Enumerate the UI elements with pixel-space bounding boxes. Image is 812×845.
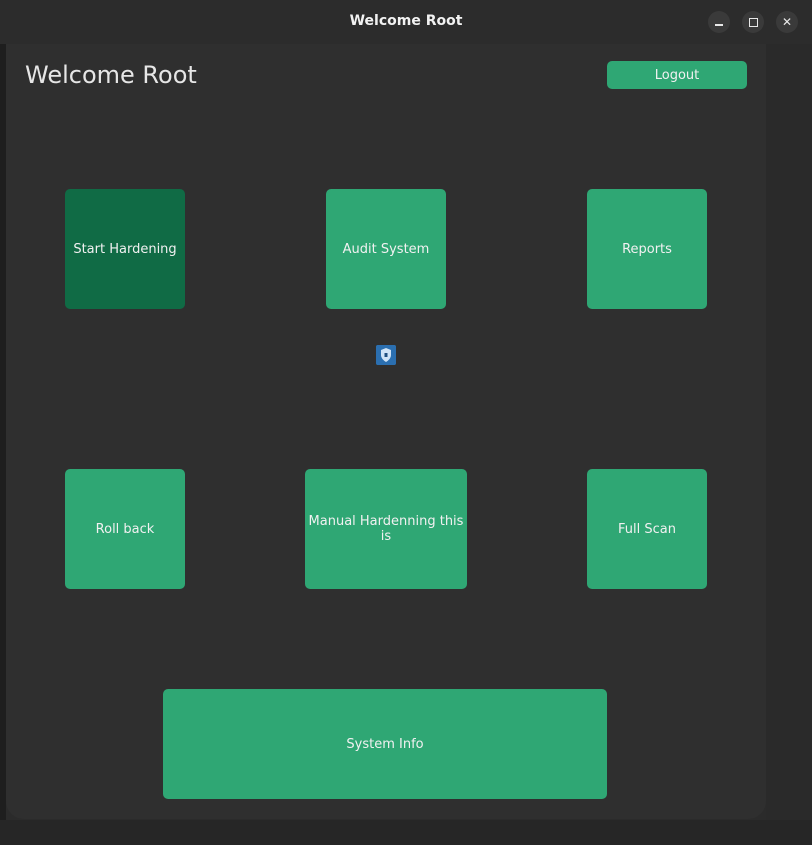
manual-hardening-button[interactable]: Manual Hardenning this is	[305, 469, 467, 589]
window-title: Welcome Root	[349, 13, 463, 29]
app-window: Welcome Root ✕ Welcome Root Logout Start…	[0, 0, 812, 845]
audit-system-button[interactable]: Audit System	[326, 189, 446, 309]
reports-button[interactable]: Reports	[587, 189, 707, 309]
maximize-icon[interactable]	[742, 11, 764, 33]
system-info-button[interactable]: System Info	[163, 689, 607, 799]
logout-button[interactable]: Logout	[607, 61, 747, 89]
roll-back-button[interactable]: Roll back	[65, 469, 185, 589]
start-hardening-button[interactable]: Start Hardening	[65, 189, 185, 309]
shield-logo-icon	[376, 345, 396, 365]
background-terminal-right	[766, 44, 812, 824]
minimize-icon[interactable]	[708, 11, 730, 33]
close-icon[interactable]: ✕	[776, 11, 798, 33]
full-scan-button[interactable]: Full Scan	[587, 469, 707, 589]
welcome-heading: Welcome Root	[25, 61, 197, 89]
background-terminal-bottom	[0, 820, 812, 845]
title-bar: Welcome Root ✕	[0, 0, 812, 45]
